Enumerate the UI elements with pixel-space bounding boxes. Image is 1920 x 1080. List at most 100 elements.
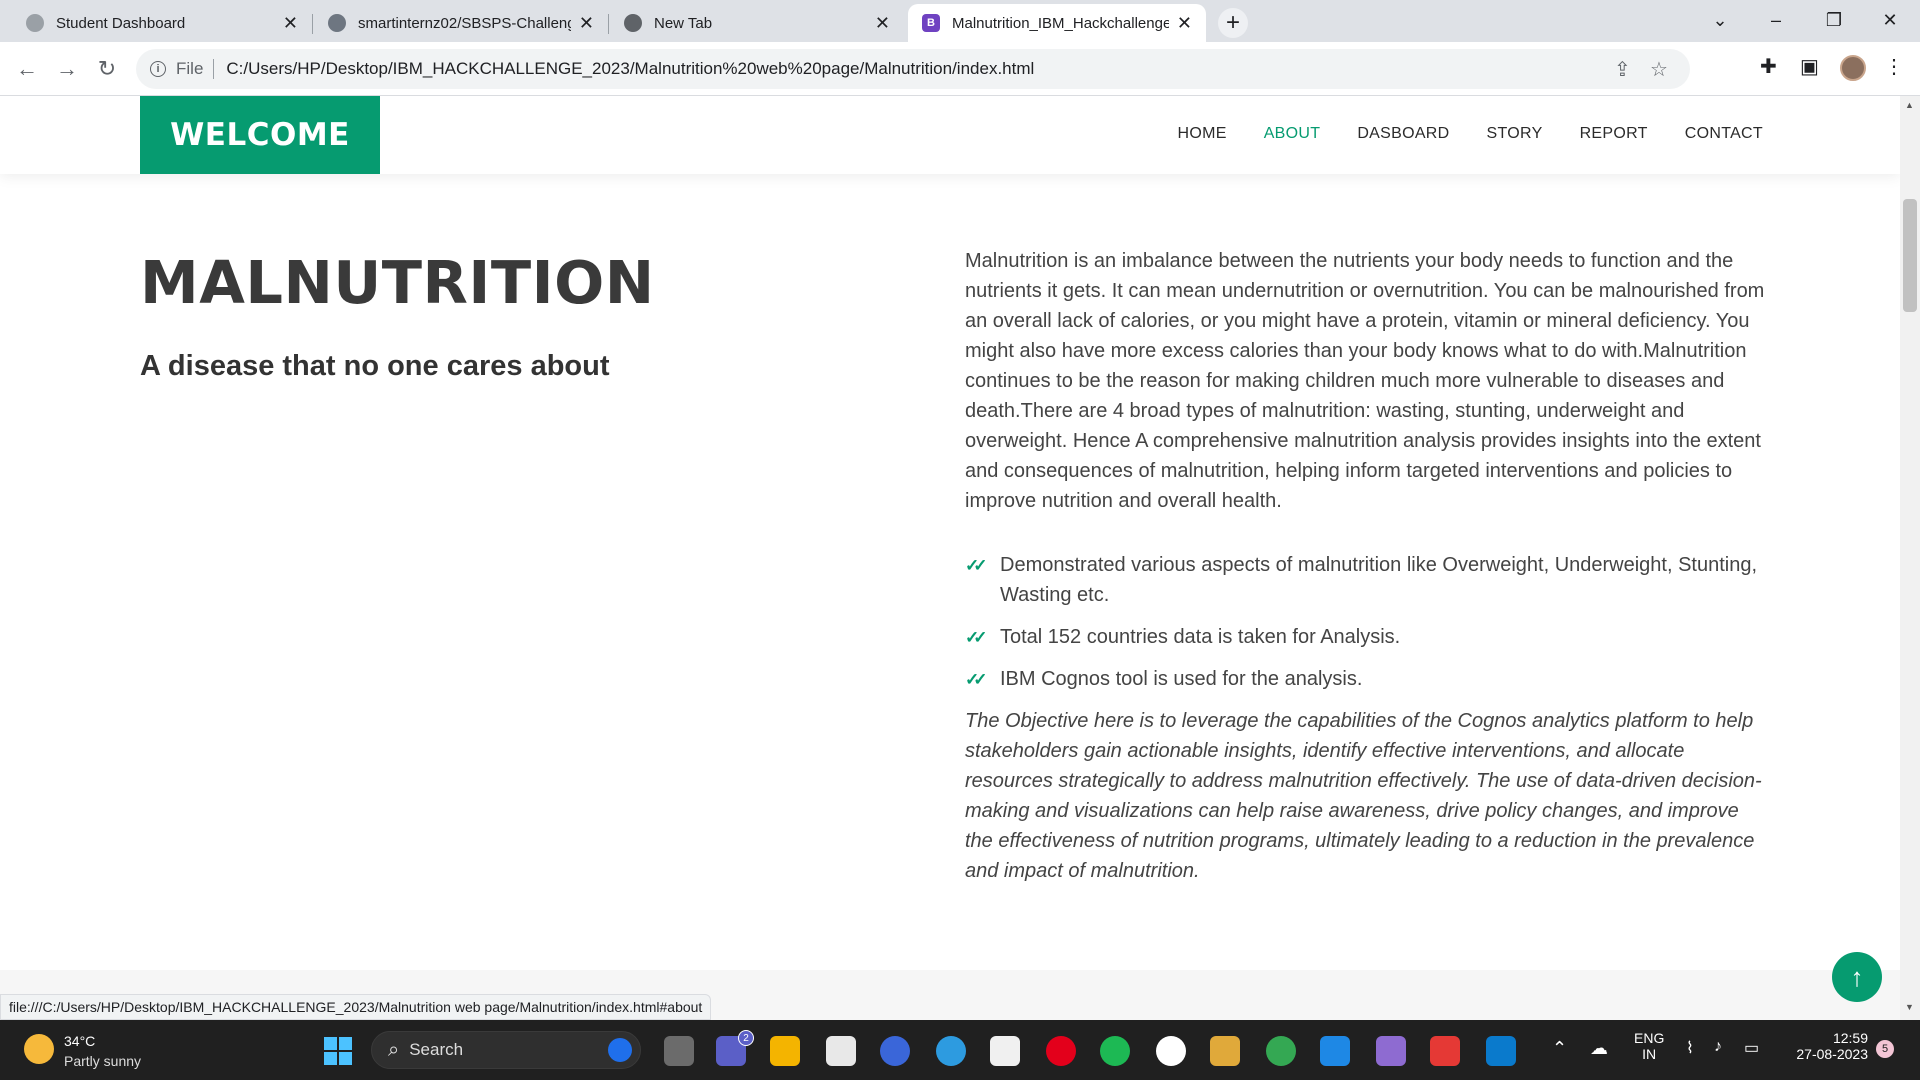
weather-sun-icon[interactable] bbox=[24, 1034, 54, 1064]
back-arrow-icon[interactable]: ← bbox=[12, 54, 42, 84]
clock[interactable]: 12:59 27-08-2023 bbox=[1784, 1030, 1868, 1062]
link-status-bar: file:///C:/Users/HP/Desktop/IBM_HACKCHAL… bbox=[0, 994, 712, 1020]
nav-about[interactable]: ABOUT bbox=[1264, 125, 1321, 143]
scroll-down-arrow-icon[interactable]: ▼ bbox=[1905, 1002, 1914, 1012]
double-check-icon: ✓✓ bbox=[965, 628, 987, 647]
window-close-icon[interactable]: ✕ bbox=[1872, 6, 1908, 34]
taskbar-search[interactable]: ⌕ Search bbox=[371, 1031, 641, 1069]
chevron-up-icon[interactable]: ⌃ bbox=[1552, 1038, 1567, 1059]
reload-icon[interactable]: ↻ bbox=[92, 54, 122, 84]
tab-student-dashboard[interactable]: Student Dashboard ✕ bbox=[12, 4, 312, 42]
double-check-icon: ✓✓ bbox=[965, 556, 987, 575]
restore-icon[interactable]: ❐ bbox=[1816, 6, 1852, 34]
file-explorer-icon[interactable] bbox=[770, 1036, 800, 1066]
profile-avatar[interactable] bbox=[1840, 55, 1866, 81]
tab-label: New Tab bbox=[654, 14, 713, 32]
address-bar[interactable]: i File C:/Users/HP/Desktop/IBM_HACKCHALL… bbox=[136, 49, 1690, 89]
tab-divider bbox=[608, 14, 609, 34]
media-player-icon[interactable] bbox=[880, 1036, 910, 1066]
double-check-icon: ✓✓ bbox=[965, 670, 987, 689]
onedrive-cloud-icon[interactable]: ☁ bbox=[1590, 1038, 1608, 1059]
scroll-up-arrow-icon[interactable]: ▲ bbox=[1905, 100, 1914, 110]
address-divider bbox=[213, 59, 215, 79]
nav-dashboard[interactable]: DASBOARD bbox=[1357, 125, 1449, 143]
search-icon: ⌕ bbox=[388, 1038, 400, 1061]
close-icon[interactable]: ✕ bbox=[579, 13, 594, 34]
side-panel-icon[interactable]: ▣ bbox=[1800, 54, 1819, 79]
bookmark-star-icon[interactable]: ☆ bbox=[1650, 57, 1668, 82]
paint-app-icon[interactable] bbox=[990, 1036, 1020, 1066]
nav-home[interactable]: HOME bbox=[1177, 125, 1226, 143]
bing-icon[interactable] bbox=[608, 1038, 632, 1062]
menu-kebab-icon[interactable]: ⋮ bbox=[1884, 54, 1904, 79]
browser-toolbar: ← → ↻ i File C:/Users/HP/Desktop/IBM_HAC… bbox=[0, 42, 1920, 96]
close-icon[interactable]: ✕ bbox=[1177, 13, 1192, 34]
list-item: ✓✓ Demonstrated various aspects of malnu… bbox=[965, 550, 1765, 610]
battery-icon[interactable]: ▭ bbox=[1744, 1038, 1759, 1058]
list-item-text: Demonstrated various aspects of malnutri… bbox=[1000, 554, 1758, 606]
windows-start-icon[interactable] bbox=[324, 1037, 352, 1065]
weather-temperature[interactable]: 34°C bbox=[64, 1033, 95, 1049]
weather-description[interactable]: Partly sunny bbox=[64, 1053, 141, 1069]
app-icon[interactable] bbox=[1156, 1036, 1186, 1066]
opera-icon[interactable] bbox=[1046, 1036, 1076, 1066]
scheme-label: File bbox=[176, 59, 204, 78]
nav-contact[interactable]: CONTACT bbox=[1685, 125, 1763, 143]
list-item-text: Total 152 countries data is taken for An… bbox=[1000, 626, 1401, 648]
tab-label: smartinternz02/SBSPS-Challenge bbox=[358, 14, 571, 32]
page-scrollbar[interactable]: ▲ ▼ bbox=[1900, 96, 1920, 1020]
teams-chat-icon[interactable]: 2 bbox=[716, 1030, 754, 1066]
clock-time: 12:59 bbox=[1832, 1030, 1868, 1046]
page-title: MALNUTRITION bbox=[140, 248, 655, 317]
chrome-icon bbox=[624, 14, 642, 32]
tab-label: Student Dashboard bbox=[56, 14, 186, 32]
page-viewport: WELCOME HOME ABOUT DASBOARD STORY REPORT… bbox=[0, 96, 1900, 1020]
windows-taskbar: 34°C Partly sunny ⌕ Search 2 ⌃ ☁ ENG IN … bbox=[0, 1020, 1920, 1080]
tab-divider bbox=[312, 14, 313, 34]
tab-search-icon[interactable]: ⌄ bbox=[1702, 6, 1738, 34]
nav-story[interactable]: STORY bbox=[1487, 125, 1543, 143]
main-nav: HOME ABOUT DASBOARD STORY REPORT CONTACT bbox=[1177, 125, 1763, 143]
edge-icon[interactable] bbox=[936, 1036, 966, 1066]
objective-paragraph: The Objective here is to leverage the ca… bbox=[965, 710, 1762, 882]
spotify-icon[interactable] bbox=[1100, 1036, 1130, 1066]
clock-date: 27-08-2023 bbox=[1796, 1046, 1868, 1062]
tab-new-tab[interactable]: New Tab ✕ bbox=[610, 4, 904, 42]
close-icon[interactable]: ✕ bbox=[875, 13, 890, 34]
task-view-icon[interactable] bbox=[664, 1036, 694, 1066]
close-icon[interactable]: ✕ bbox=[283, 13, 298, 34]
tab-strip: Student Dashboard ✕ smartinternz02/SBSPS… bbox=[0, 0, 1920, 42]
microsoft-store-icon[interactable] bbox=[826, 1036, 856, 1066]
language-indicator[interactable]: ENG IN bbox=[1634, 1030, 1664, 1062]
url-text[interactable]: C:/Users/HP/Desktop/IBM_HACKCHALLENGE_20… bbox=[226, 59, 1034, 79]
nav-report[interactable]: REPORT bbox=[1580, 125, 1648, 143]
tab-github[interactable]: smartinternz02/SBSPS-Challenge ✕ bbox=[314, 4, 608, 42]
back-to-top-button[interactable]: ↑ bbox=[1832, 952, 1882, 1002]
vscode-icon[interactable] bbox=[1486, 1036, 1516, 1066]
clipchamp-icon[interactable] bbox=[1376, 1036, 1406, 1066]
browser-chrome: Student Dashboard ✕ smartinternz02/SBSPS… bbox=[0, 0, 1920, 96]
medal-app-icon[interactable] bbox=[1210, 1036, 1240, 1066]
volume-icon[interactable]: ♪ bbox=[1714, 1038, 1722, 1056]
wifi-icon[interactable]: ⌇ bbox=[1686, 1038, 1694, 1058]
chrome-icon[interactable] bbox=[1266, 1036, 1296, 1066]
intro-paragraph: Malnutrition is an imbalance between the… bbox=[965, 250, 1765, 512]
tab-malnutrition[interactable]: B Malnutrition_IBM_Hackchallenge ✕ bbox=[908, 4, 1206, 42]
language-top: ENG bbox=[1634, 1030, 1665, 1046]
tab-label: Malnutrition_IBM_Hackchallenge bbox=[952, 14, 1169, 32]
github-icon bbox=[328, 14, 346, 32]
share-icon[interactable]: ⇪ bbox=[1614, 57, 1631, 82]
about-content: Malnutrition is an imbalance between the… bbox=[965, 246, 1765, 886]
language-bottom: IN bbox=[1642, 1046, 1657, 1062]
photos-icon[interactable] bbox=[1320, 1036, 1350, 1066]
scrollbar-thumb[interactable] bbox=[1903, 199, 1917, 312]
new-tab-button[interactable]: + bbox=[1218, 8, 1248, 38]
notification-badge[interactable]: 5 bbox=[1876, 1040, 1894, 1058]
recorder-icon[interactable] bbox=[1430, 1036, 1460, 1066]
minimize-icon[interactable]: – bbox=[1758, 6, 1794, 34]
site-logo[interactable]: WELCOME bbox=[140, 96, 380, 174]
extensions-icon[interactable]: ✚ bbox=[1760, 54, 1777, 79]
info-icon[interactable]: i bbox=[150, 61, 166, 77]
page-subtitle: A disease that no one cares about bbox=[140, 350, 610, 382]
forward-arrow-icon[interactable]: → bbox=[52, 54, 82, 84]
